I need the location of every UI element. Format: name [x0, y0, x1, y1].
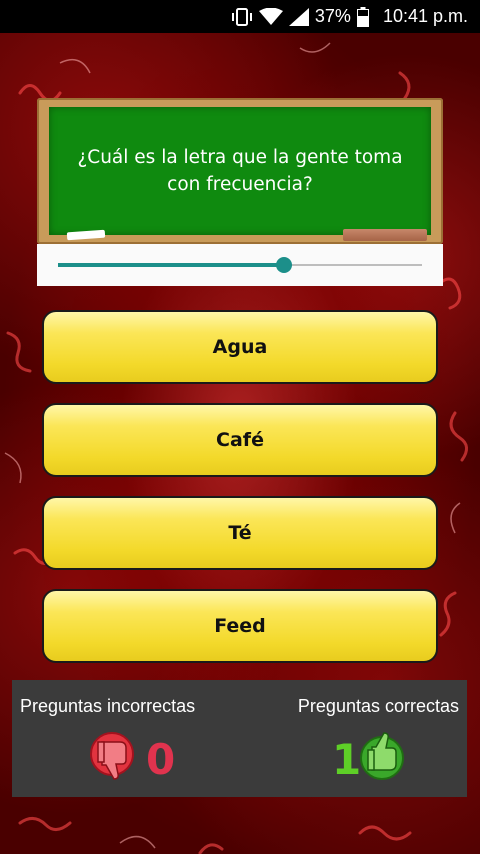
wifi-icon	[258, 7, 283, 26]
timer-thumb	[275, 257, 292, 273]
signal-icon	[288, 7, 309, 26]
timer-fill	[58, 263, 284, 267]
incorrect-count: 0	[146, 735, 176, 784]
chalkboard-surface: ¿Cuál es la letra que la gente toma con …	[49, 107, 431, 235]
vibrate-icon	[231, 7, 253, 26]
correct-count: 1	[332, 735, 362, 784]
answer-button-feed[interactable]: Feed	[42, 589, 438, 663]
correct-label: Preguntas correctas	[297, 696, 459, 716]
thumbs-up-icon	[358, 730, 406, 786]
thumbs-down-icon	[90, 730, 138, 786]
timer-track	[58, 257, 422, 273]
status-bar: 37% 10:41 p.m.	[0, 0, 480, 33]
chalk-piece	[66, 229, 106, 241]
question-text: ¿Cuál es la letra que la gente toma con …	[77, 147, 403, 195]
incorrect-label: Preguntas incorrectas	[20, 696, 196, 716]
answer-button-te[interactable]: Té	[42, 496, 438, 570]
timer-panel	[37, 244, 443, 286]
eraser	[343, 229, 427, 241]
clock: 10:41 p.m.	[382, 6, 468, 26]
battery-icon	[356, 6, 369, 27]
answer-button-cafe[interactable]: Café	[42, 403, 438, 477]
score-panel: Preguntas incorrectas Preguntas correcta…	[12, 680, 467, 797]
question-chalkboard: ¿Cuál es la letra que la gente toma con …	[37, 98, 443, 244]
answer-button-agua[interactable]: Agua	[42, 310, 438, 384]
battery-text: 37%	[314, 6, 351, 26]
